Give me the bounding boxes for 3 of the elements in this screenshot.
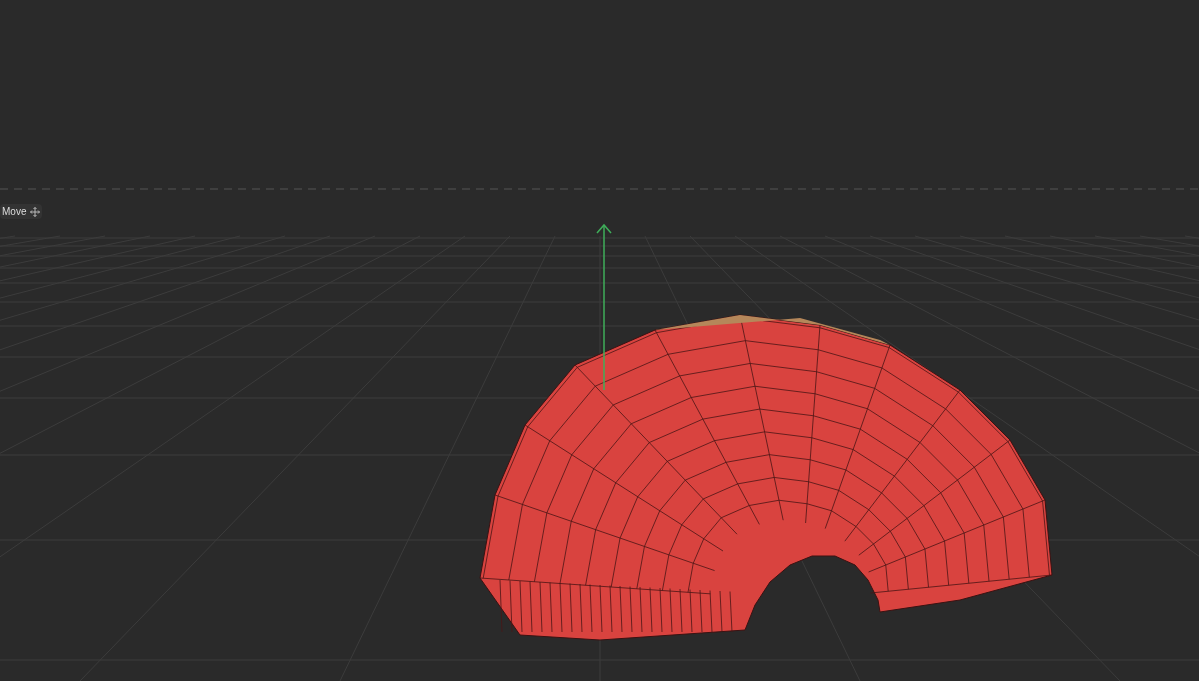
move-arrow-gizmo[interactable] xyxy=(596,223,612,391)
tool-label: Move xyxy=(2,206,27,217)
move-icon xyxy=(30,206,41,217)
